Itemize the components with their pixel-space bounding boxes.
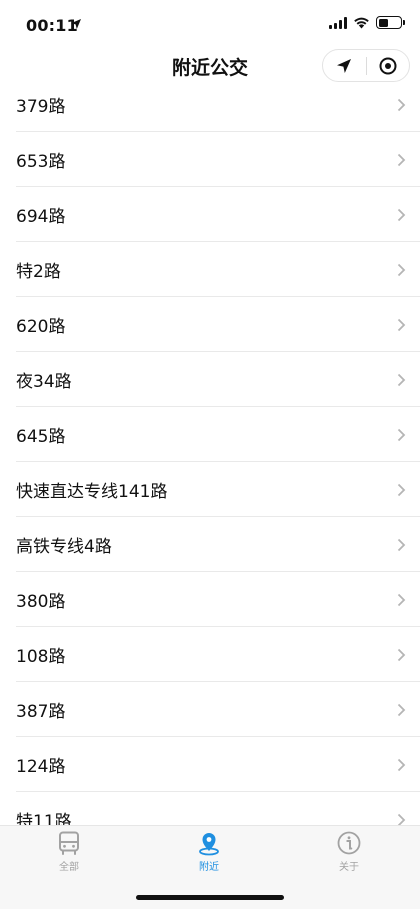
status-bar: 00:11 (0, 0, 420, 46)
chevron-right-icon (397, 593, 406, 606)
route-label: 694路 (16, 207, 66, 227)
tab-label: 附近 (199, 862, 219, 873)
target-icon (379, 57, 397, 74)
tab-about[interactable]: 关于 (309, 830, 389, 874)
route-item[interactable]: 387路 (0, 682, 420, 737)
chevron-right-icon (397, 373, 406, 386)
route-label: 124路 (16, 757, 66, 777)
location-pin-icon (199, 833, 219, 856)
wifi-icon (354, 17, 369, 29)
route-label: 620路 (16, 317, 66, 337)
route-item[interactable]: 620路 (0, 297, 420, 352)
route-item[interactable]: 645路 (0, 407, 420, 462)
info-icon (337, 831, 361, 855)
bus-icon (59, 831, 79, 855)
route-item[interactable]: 380路 (0, 572, 420, 627)
route-item[interactable]: 快速直达专线141路 (0, 462, 420, 517)
chevron-right-icon (397, 483, 406, 496)
route-label: 645路 (16, 427, 66, 447)
home-indicator (136, 895, 284, 900)
route-label: 380路 (16, 592, 66, 612)
route-item[interactable]: 124路 (0, 737, 420, 792)
chevron-right-icon (397, 538, 406, 551)
chevron-right-icon (397, 153, 406, 166)
screen: 00:11 附近公交 379路 653路 694路 特2路 620路 夜34路 … (0, 0, 420, 909)
chevron-right-icon (397, 208, 406, 221)
route-label: 108路 (16, 647, 66, 667)
route-label: 特11路 (16, 812, 72, 825)
battery-icon (376, 16, 405, 29)
route-label: 387路 (16, 702, 66, 722)
route-label: 653路 (16, 152, 66, 172)
tab-all[interactable]: 全部 (29, 830, 109, 874)
chevron-right-icon (397, 703, 406, 716)
tab-label: 全部 (59, 862, 79, 873)
chevron-right-icon (397, 98, 406, 111)
chevron-right-icon (397, 263, 406, 276)
route-label: 夜34路 (16, 372, 72, 392)
status-icons (329, 16, 405, 29)
route-label: 高铁专线4路 (16, 537, 112, 557)
chevron-right-icon (397, 813, 406, 825)
chevron-right-icon (397, 428, 406, 441)
route-item[interactable]: 108路 (0, 627, 420, 682)
route-item[interactable]: 高铁专线4路 (0, 517, 420, 572)
route-item[interactable]: 特2路 (0, 242, 420, 297)
route-label: 特2路 (16, 262, 61, 282)
route-item[interactable]: 379路 (0, 77, 420, 132)
signal-icon (329, 16, 347, 29)
chevron-right-icon (397, 758, 406, 771)
tab-label: 关于 (339, 862, 359, 873)
route-label: 快速直达专线141路 (16, 482, 168, 502)
route-item[interactable]: 夜34路 (0, 352, 420, 407)
chevron-right-icon (397, 318, 406, 331)
tab-nearby[interactable]: 附近 (169, 830, 249, 874)
route-label: 379路 (16, 97, 66, 117)
location-arrow-icon (71, 19, 81, 29)
route-item[interactable]: 特11路 (0, 792, 420, 825)
route-item[interactable]: 653路 (0, 132, 420, 187)
route-list: 379路 653路 694路 特2路 620路 夜34路 645路 快速直达专线… (0, 77, 420, 825)
chevron-right-icon (397, 648, 406, 661)
route-item[interactable]: 694路 (0, 187, 420, 242)
navigation-arrow-icon (337, 58, 352, 73)
